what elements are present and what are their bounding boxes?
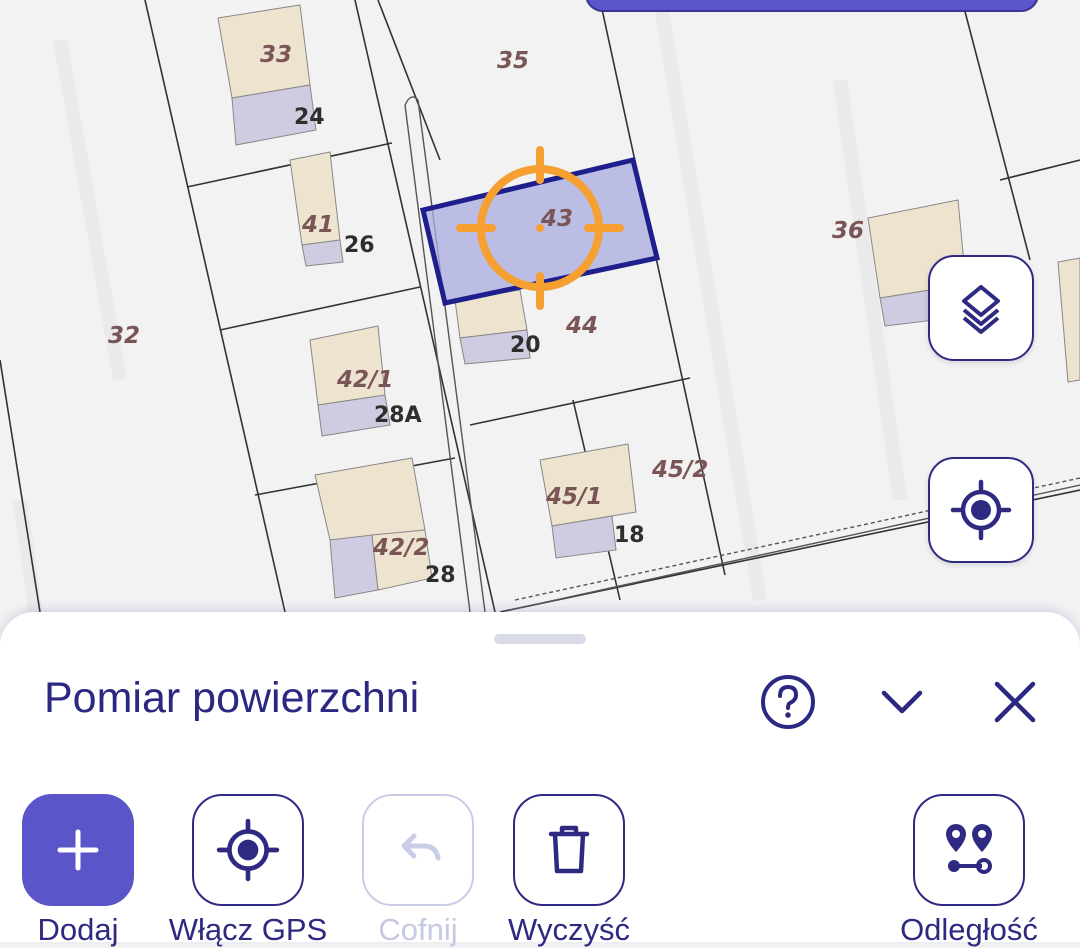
locate-button[interactable] bbox=[928, 457, 1034, 563]
parcel-label: 45/2 bbox=[651, 457, 708, 483]
distance-mode-button[interactable] bbox=[913, 794, 1025, 906]
chevron-down-icon bbox=[881, 690, 923, 714]
panel-title: Pomiar powierzchni bbox=[44, 674, 420, 722]
locate-icon bbox=[950, 479, 1012, 541]
parcel-label: 36 bbox=[832, 218, 864, 244]
layers-button[interactable] bbox=[928, 255, 1034, 361]
plus-icon bbox=[57, 829, 99, 871]
house-number: 24 bbox=[294, 105, 325, 130]
top-banner bbox=[585, 0, 1039, 12]
parcel-label-selected: 43 bbox=[540, 206, 573, 232]
parcel-label: 44 bbox=[565, 313, 598, 339]
parcel-label: 42/1 bbox=[336, 367, 393, 393]
trash-icon bbox=[548, 825, 590, 874]
measurement-panel: Pomiar powierzchni Dodaj Włącz GPS Cofni… bbox=[0, 612, 1080, 947]
collapse-button[interactable] bbox=[872, 672, 932, 732]
parcel-label: 33 bbox=[260, 42, 292, 68]
parcel-label: 45/1 bbox=[545, 484, 602, 510]
house-number: 28 bbox=[425, 563, 456, 588]
parcel-label: 32 bbox=[108, 323, 140, 349]
close-icon bbox=[994, 681, 1036, 723]
crosshair-center bbox=[536, 224, 544, 232]
undo-label: Cofnij bbox=[378, 912, 458, 947]
undo-button[interactable] bbox=[362, 794, 474, 906]
parcel-label: 42/2 bbox=[372, 535, 429, 561]
house-number: 28A bbox=[374, 403, 422, 428]
house-number: 20 bbox=[510, 333, 541, 358]
help-circle-icon bbox=[761, 675, 815, 729]
enable-gps-button[interactable] bbox=[192, 794, 304, 906]
enable-gps-label: Włącz GPS bbox=[168, 912, 328, 947]
parcel-label: 35 bbox=[497, 48, 529, 74]
clear-label: Wyczyść bbox=[508, 912, 630, 947]
close-button[interactable] bbox=[985, 672, 1045, 732]
add-point-button[interactable] bbox=[22, 794, 134, 906]
undo-icon bbox=[401, 833, 441, 861]
distance-mode-label: Odległość bbox=[900, 912, 1038, 947]
route-distance-icon bbox=[946, 824, 992, 874]
help-button[interactable] bbox=[758, 672, 818, 732]
house-number: 26 bbox=[344, 233, 375, 258]
drag-handle[interactable] bbox=[494, 634, 586, 644]
gps-icon bbox=[216, 818, 280, 882]
layers-icon bbox=[962, 285, 1000, 334]
add-point-label: Dodaj bbox=[37, 912, 119, 947]
house-number: 18 bbox=[614, 523, 645, 548]
parcel-label: 41 bbox=[301, 212, 334, 238]
clear-button[interactable] bbox=[513, 794, 625, 906]
